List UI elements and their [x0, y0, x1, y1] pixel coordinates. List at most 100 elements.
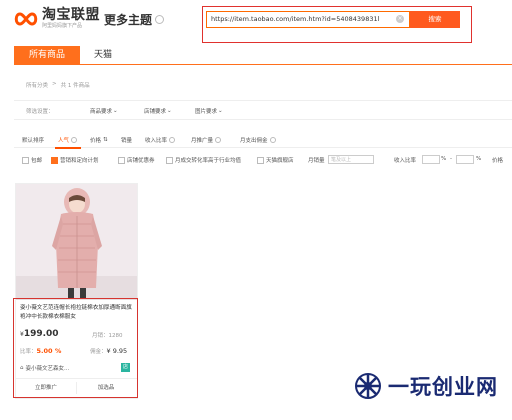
percent-sign: %	[476, 156, 482, 162]
card-divider	[16, 378, 137, 379]
checkbox-tmall-flagship[interactable]: 天猫旗舰店	[257, 156, 294, 164]
watermark-logo-icon	[355, 373, 381, 399]
sort-monthly-promotion[interactable]: 月推广量	[191, 136, 222, 144]
logo[interactable]: 淘宝联盟 阿里妈妈旗下产品	[14, 8, 100, 29]
filter-product-requirements[interactable]: 商品要求 ⌄	[90, 107, 118, 115]
tab-underline	[14, 64, 512, 65]
ratio-value: 5.00 %	[36, 347, 62, 355]
chevron-down-icon: ⌄	[113, 108, 118, 114]
breadcrumb-separator: >	[52, 81, 57, 87]
watermark: 一玩创业网	[354, 371, 498, 401]
monthly-sales-label: 月销量	[308, 158, 325, 164]
sort-label: 价格	[90, 138, 102, 144]
sales-label: 月销：	[92, 333, 109, 339]
sort-monthly-commission[interactable]: 月支出佣金	[240, 136, 276, 144]
tab-all-products[interactable]: 所有商品	[14, 46, 80, 64]
checkbox[interactable]	[257, 156, 264, 164]
checkbox-label: 包邮	[31, 158, 43, 164]
filter-shop-requirements[interactable]: 店铺要求 ⌄	[144, 107, 172, 115]
price-label: 价格	[492, 158, 504, 164]
sort-label: 收入比率	[145, 138, 168, 144]
commission-label: 佣金：	[90, 349, 107, 355]
commission-ratio: 比率：5.00 %	[20, 347, 61, 355]
logo-subtitle: 阿里妈妈旗下产品	[42, 23, 83, 29]
filter-label: 筛选设置：	[26, 109, 54, 115]
checkbox-label: 店铺优惠券	[127, 158, 155, 164]
checkbox-checked[interactable]	[51, 156, 58, 164]
shop-info[interactable]: ⌂ 姿小薇文艺森女...	[20, 364, 69, 372]
sort-label: 人气	[58, 138, 70, 144]
product-image[interactable]	[16, 184, 137, 300]
ratio-label: 比率：	[20, 349, 37, 355]
filter-image-requirements[interactable]: 图片要求 ⌄	[195, 107, 223, 115]
info-icon	[169, 137, 176, 143]
sort-sales[interactable]: 销量	[121, 136, 132, 144]
chevron-down-icon: ⌄	[167, 108, 172, 114]
product-price: ¥199.00	[20, 329, 59, 339]
sort-row: 默认排序 人气 价格 ⇅ 销量 收入比率 月推广量 月支出佣金	[14, 134, 512, 149]
logo-text: 淘宝联盟 阿里妈妈旗下产品	[42, 7, 100, 30]
checkbox-conversion-rate[interactable]: 月成交转化率高于行业均值	[166, 156, 241, 164]
shop-badge-icon: 店	[121, 363, 130, 372]
income-ratio-label: 收入比率	[394, 158, 417, 164]
logo-title: 淘宝联盟	[42, 7, 100, 23]
range-dash: -	[450, 156, 452, 162]
search-button[interactable]: 搜索	[410, 11, 460, 28]
sort-price[interactable]: 价格 ⇅	[90, 136, 108, 144]
info-icon	[269, 137, 276, 143]
chevron-down-icon: ⌄	[218, 108, 223, 114]
promote-now-button[interactable]: 立即推广	[20, 381, 72, 395]
price-value: 199.00	[23, 329, 59, 339]
sort-arrows-icon: ⇅	[103, 137, 108, 143]
infinity-logo-icon	[14, 11, 38, 26]
filter-settings-row: 筛选设置： 商品要求 ⌄ 店铺要求 ⌄ 图片要求 ⌄	[14, 100, 512, 120]
product-title[interactable]: 姿小薇文艺范连帽长袍拉链棉衣加厚通断面旗袍冲中长款棉衣棉服女	[20, 304, 136, 322]
checkbox[interactable]	[166, 156, 173, 164]
checkbox-label: 营销和定向计划	[60, 158, 99, 164]
shop-name: 姿小薇文艺森女...	[25, 366, 70, 372]
income-ratio-max-input[interactable]	[456, 155, 474, 164]
tab-tmall[interactable]: 天猫	[80, 46, 126, 64]
sort-default[interactable]: 默认排序	[22, 136, 44, 144]
result-count: 共 1 件商品	[60, 83, 90, 89]
active-sort-underline	[55, 147, 81, 149]
model-in-coat-illustration	[16, 184, 137, 300]
more-themes-link[interactable]: 更多主题	[104, 11, 165, 28]
commission-amount: 佣金：¥ 9.95	[90, 347, 127, 355]
breadcrumb: 所有分类 > 共 1 件商品	[26, 81, 90, 89]
monthly-sales: 月销：1280	[92, 331, 123, 339]
watermark-text: 一玩创业网	[388, 374, 498, 399]
sort-label: 月支出佣金	[240, 138, 268, 144]
sales-value: 1280	[108, 333, 123, 339]
info-icon	[71, 137, 78, 143]
sort-label: 默认排序	[22, 138, 45, 144]
tab-bar: 所有商品 天猫	[14, 46, 126, 64]
checkbox-marketing-plan[interactable]: 营销和定向计划	[51, 156, 99, 164]
shop-icon: ⌂	[20, 365, 24, 371]
filter-checkbox-row: 包邮 营销和定向计划 店铺优惠券 月成交转化率高于行业均值 天猫旗舰店 月销量 …	[14, 154, 512, 168]
search-input[interactable]: https://item.taobao.com/item.htm?id=5408…	[206, 11, 410, 28]
info-icon	[215, 137, 222, 143]
filter-item-label: 商品要求	[90, 109, 113, 115]
dropdown-circle-icon	[155, 15, 165, 24]
checkbox-shop-coupon[interactable]: 店铺优惠券	[118, 156, 155, 164]
commission-value: ¥ 9.95	[106, 347, 128, 355]
sort-label: 销量	[121, 138, 133, 144]
filter-item-label: 图片要求	[195, 109, 218, 115]
percent-sign: %	[441, 156, 447, 162]
sort-income-ratio[interactable]: 收入比率	[145, 136, 176, 144]
checkbox[interactable]	[22, 156, 29, 164]
checkbox-label: 天猫旗舰店	[266, 158, 294, 164]
filter-item-label: 店铺要求	[144, 109, 167, 115]
clear-input-icon[interactable]: ×	[396, 15, 404, 23]
income-ratio-min-input[interactable]	[422, 155, 440, 164]
checkbox-label: 月成交转化率高于行业均值	[175, 158, 242, 164]
sort-label: 月推广量	[191, 138, 214, 144]
breadcrumb-root[interactable]: 所有分类	[26, 81, 48, 89]
add-to-selection-button[interactable]: 加选品	[80, 381, 132, 395]
checkbox-free-shipping[interactable]: 包邮	[22, 156, 42, 164]
action-divider	[76, 382, 77, 394]
checkbox[interactable]	[118, 156, 125, 164]
monthly-sales-input[interactable]: 笔及以上	[328, 155, 374, 164]
sort-popularity[interactable]: 人气	[58, 136, 78, 144]
